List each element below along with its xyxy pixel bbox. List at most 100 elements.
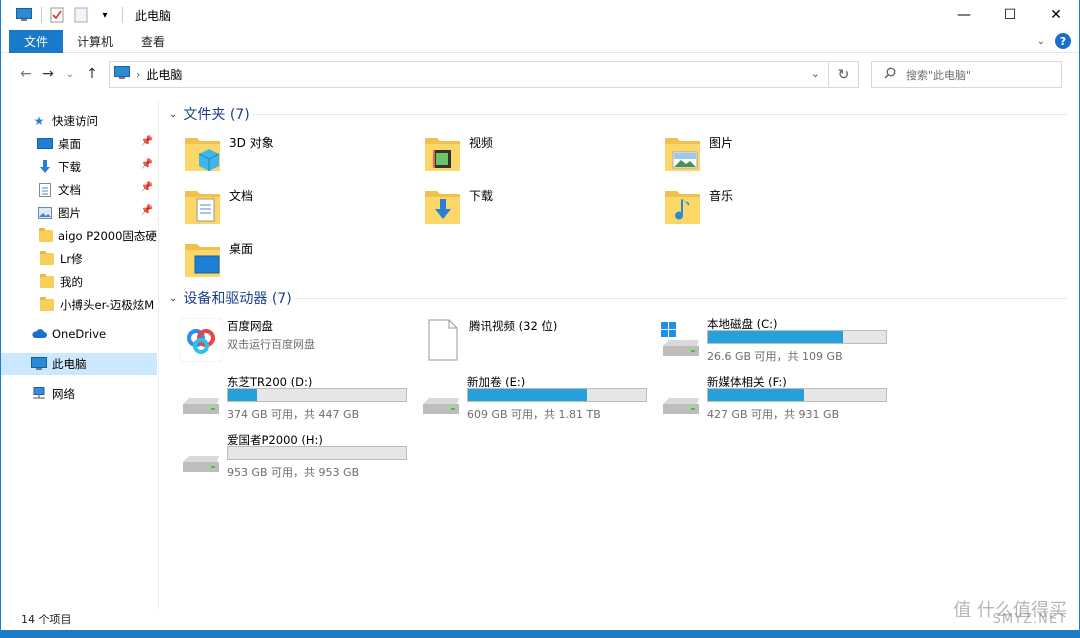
app-tile-tencent-video[interactable]: 腾讯视频 (32 位) bbox=[421, 318, 661, 374]
downloads-folder-icon bbox=[421, 185, 473, 237]
sidebar-item-quick-access[interactable]: ★ 快速访问 bbox=[1, 110, 157, 132]
this-pc-icon bbox=[15, 6, 33, 24]
sidebar-item-label: 桌面 bbox=[58, 137, 81, 151]
address-bar[interactable]: › 此电脑 ⌄ bbox=[109, 61, 829, 88]
quick-access-toolbar: ▾ 此电脑 bbox=[1, 0, 171, 30]
window-controls: — ☐ ✕ bbox=[941, 0, 1079, 30]
drive-tile-f[interactable]: 新媒体相关 (F:) 427 GB 可用，共 931 GB bbox=[659, 374, 899, 430]
sidebar-item-folder[interactable]: aigo P2000固态硬盘 bbox=[1, 225, 157, 247]
sidebar-item-this-pc[interactable]: 此电脑 bbox=[1, 353, 157, 375]
sidebar-item-onedrive[interactable]: OneDrive bbox=[1, 323, 157, 345]
app-description: 双击运行百度网盘 bbox=[227, 338, 315, 351]
taskbar-edge bbox=[0, 630, 1080, 638]
sidebar-item-documents[interactable]: 文档 📌 bbox=[1, 179, 157, 201]
drive-usage-bar bbox=[227, 446, 407, 460]
sidebar-item-downloads[interactable]: 下载 📌 bbox=[1, 156, 157, 178]
sidebar-item-folder[interactable]: 小搏头er-迈极炫M bbox=[1, 294, 157, 316]
drive-usage-bar bbox=[227, 388, 407, 402]
search-placeholder: 搜索"此电脑" bbox=[906, 68, 972, 82]
search-icon bbox=[884, 67, 896, 82]
drive-tile-c[interactable]: 本地磁盘 (C:) 26.6 GB 可用，共 109 GB bbox=[659, 316, 899, 372]
videos-folder-icon bbox=[421, 132, 473, 184]
sidebar-item-label: Lr修 bbox=[60, 252, 83, 266]
hard-drive-icon bbox=[179, 438, 223, 482]
sidebar-item-folder[interactable]: 我的 bbox=[1, 271, 157, 293]
window-title: 此电脑 bbox=[135, 8, 172, 23]
group-divider bbox=[295, 298, 1067, 299]
app-tile-baidu-netdisk[interactable]: 百度网盘 双击运行百度网盘 bbox=[178, 317, 419, 374]
sidebar-item-label: 下载 bbox=[58, 160, 81, 174]
pin-icon: 📌 bbox=[140, 159, 153, 170]
drive-space-info: 374 GB 可用，共 447 GB bbox=[227, 408, 360, 421]
drive-usage-bar bbox=[467, 388, 647, 402]
folder-tile-3d-objects[interactable]: 3D 对象 bbox=[181, 132, 421, 184]
drive-usage-fill bbox=[468, 389, 588, 401]
folder-tile-pictures[interactable]: 图片 bbox=[661, 132, 901, 184]
sidebar-item-label: 图片 bbox=[58, 206, 81, 220]
folder-label: 3D 对象 bbox=[229, 136, 274, 150]
toolbar-divider bbox=[41, 7, 42, 23]
download-icon bbox=[37, 159, 53, 175]
sidebar-item-network[interactable]: 网络 bbox=[1, 383, 157, 405]
tab-view[interactable]: 查看 bbox=[127, 30, 179, 53]
star-icon: ★ bbox=[33, 114, 45, 128]
new-folder-icon[interactable] bbox=[72, 6, 90, 24]
network-icon bbox=[31, 386, 47, 402]
collapse-chevron-icon[interactable]: ⌄ bbox=[169, 109, 177, 120]
sidebar-item-pictures[interactable]: 图片 📌 bbox=[1, 202, 157, 224]
expand-ribbon-icon[interactable]: ⌄ bbox=[1037, 36, 1045, 47]
sidebar-item-label: 小搏头er-迈极炫M bbox=[60, 298, 155, 312]
status-bar: 14 个项目 bbox=[1, 608, 1079, 630]
refresh-button[interactable]: ↻ bbox=[829, 61, 859, 88]
file-explorer-window: ▾ 此电脑 — ☐ ✕ 文件 计算机 查看 ⌄ ? ← → ⌄ ↑ › 此电脑 bbox=[0, 0, 1080, 638]
sidebar-item-folder[interactable]: Lr修 bbox=[1, 248, 157, 270]
group-divider bbox=[253, 114, 1067, 115]
sidebar-item-label: OneDrive bbox=[52, 327, 107, 341]
folder-tile-music[interactable]: 音乐 bbox=[661, 185, 901, 237]
3d-objects-folder-icon bbox=[181, 132, 233, 184]
folder-label: 图片 bbox=[709, 136, 734, 150]
devices-group-header[interactable]: ⌄ 设备和驱动器 (7) bbox=[169, 286, 292, 310]
back-icon[interactable]: ← bbox=[15, 62, 37, 86]
sidebar-item-desktop[interactable]: 桌面 📌 bbox=[1, 133, 157, 155]
search-input[interactable]: 搜索"此电脑" bbox=[871, 61, 1062, 88]
up-icon[interactable]: ↑ bbox=[81, 62, 103, 86]
folder-tile-desktop[interactable]: 桌面 bbox=[181, 238, 421, 290]
folder-tile-videos[interactable]: 视频 bbox=[421, 132, 661, 184]
folders-group-header[interactable]: ⌄ 文件夹 (7) bbox=[169, 102, 250, 126]
customize-toolbar-icon[interactable]: ▾ bbox=[96, 6, 114, 24]
drive-tile-e[interactable]: 新加卷 (E:) 609 GB 可用，共 1.81 TB bbox=[419, 374, 659, 430]
pin-icon: 📌 bbox=[140, 205, 153, 216]
drive-tile-h[interactable]: 爱国者P2000 (H:) 953 GB 可用，共 953 GB bbox=[179, 432, 419, 488]
watermark-sub: SMYZ.NET bbox=[992, 612, 1067, 627]
folder-label: 音乐 bbox=[709, 189, 734, 203]
drive-usage-fill bbox=[708, 331, 843, 343]
help-button[interactable]: ? bbox=[1055, 33, 1071, 49]
sidebar-item-label: 文档 bbox=[58, 183, 81, 197]
title-bar: ▾ 此电脑 — ☐ ✕ bbox=[1, 0, 1079, 30]
documents-folder-icon bbox=[181, 185, 233, 237]
folder-tile-downloads[interactable]: 下载 bbox=[421, 185, 661, 237]
sidebar-item-label: 网络 bbox=[52, 387, 75, 401]
forward-icon[interactable]: → bbox=[37, 62, 59, 86]
collapse-chevron-icon[interactable]: ⌄ bbox=[169, 293, 177, 304]
breadcrumb[interactable]: 此电脑 bbox=[146, 66, 182, 83]
sidebar-item-label: 我的 bbox=[60, 275, 83, 289]
watermark: 值 什么值得买 SMYZ.NET bbox=[953, 596, 1067, 627]
properties-icon[interactable] bbox=[48, 6, 66, 24]
tab-file[interactable]: 文件 bbox=[9, 29, 64, 53]
document-icon bbox=[37, 182, 53, 198]
generic-file-icon bbox=[421, 318, 465, 362]
close-button[interactable]: ✕ bbox=[1033, 0, 1079, 30]
maximize-button[interactable]: ☐ bbox=[987, 0, 1033, 30]
recent-locations-icon[interactable]: ⌄ bbox=[59, 62, 81, 86]
minimize-button[interactable]: — bbox=[941, 0, 987, 30]
tab-computer[interactable]: 计算机 bbox=[63, 30, 127, 53]
toolbar-divider bbox=[122, 7, 123, 23]
address-dropdown-icon[interactable]: ⌄ bbox=[811, 67, 820, 80]
folder-label: 文档 bbox=[229, 189, 254, 203]
drive-tile-d[interactable]: 东芝TR200 (D:) 374 GB 可用，共 447 GB bbox=[179, 374, 419, 430]
breadcrumb-chevron-icon[interactable]: › bbox=[136, 68, 140, 81]
folder-tile-documents[interactable]: 文档 bbox=[181, 185, 421, 237]
music-folder-icon bbox=[661, 185, 713, 237]
